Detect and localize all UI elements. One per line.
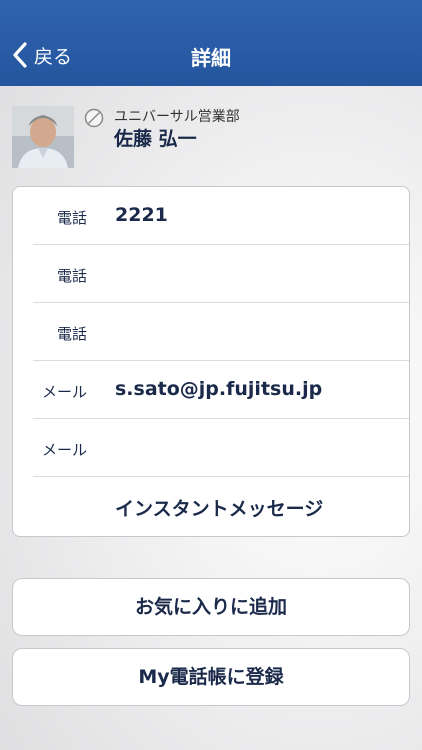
avatar (12, 106, 74, 168)
phone-value: 2221 (115, 204, 168, 226)
profile-header: ユニバーサル営業部 佐藤 弘一 (12, 102, 412, 168)
instant-message-link: インスタントメッセージ (115, 498, 324, 520)
row-label: メール (41, 441, 87, 459)
email-value: s.sato@jp.fujitsu.jp (115, 378, 323, 400)
department-label: ユニバーサル営業部 (114, 109, 240, 125)
email-row-1[interactable]: メール s.sato@jp.fujitsu.jp (33, 361, 409, 419)
row-label: 電話 (56, 209, 87, 227)
row-label: メール (41, 383, 87, 401)
phone-row-2[interactable]: 電話 (33, 245, 409, 303)
register-my-phonebook-button[interactable]: My電話帳に登録 (12, 648, 410, 706)
page-title: 詳細 (191, 46, 231, 70)
person-photo (12, 106, 74, 168)
phone-row-3[interactable]: 電話 (33, 303, 409, 361)
add-to-favorites-button[interactable]: お気に入りに追加 (12, 578, 410, 636)
status-unavailable-icon (84, 108, 104, 128)
contact-card: 電話 2221 電話 電話 メール s.sato@jp.fujitsu.jp メ… (12, 186, 410, 537)
person-name: 佐藤 弘一 (114, 128, 197, 150)
row-label: 電話 (56, 325, 87, 343)
phone-row-1[interactable]: 電話 2221 (33, 187, 409, 245)
navigation-bar: 戻る 詳細 (0, 0, 422, 86)
instant-message-row[interactable]: インスタントメッセージ (33, 477, 409, 535)
email-row-2[interactable]: メール (33, 419, 409, 477)
row-label: 電話 (56, 267, 87, 285)
